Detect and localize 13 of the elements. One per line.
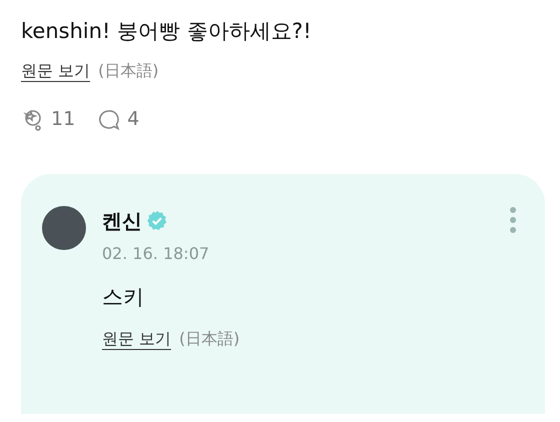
like-count: 11: [51, 107, 76, 132]
avatar-photo-placeholder: [42, 206, 86, 250]
comment-count: 4: [127, 107, 140, 132]
reply-text: 스키: [102, 284, 145, 311]
view-original-link[interactable]: 원문 보기: [21, 59, 90, 84]
author-name: 켄신: [102, 208, 142, 235]
post-text: kenshin! 붕어빵 좋아하세요?!: [21, 18, 312, 45]
view-original-link[interactable]: 원문 보기: [102, 327, 172, 352]
reply-time: 02. 16. 18:07: [102, 242, 210, 265]
language-label: (日本語): [179, 328, 240, 350]
speech-bubble-icon[interactable]: [97, 108, 122, 132]
language-label: (日本語): [98, 60, 159, 82]
more-options-icon[interactable]: [509, 206, 517, 234]
